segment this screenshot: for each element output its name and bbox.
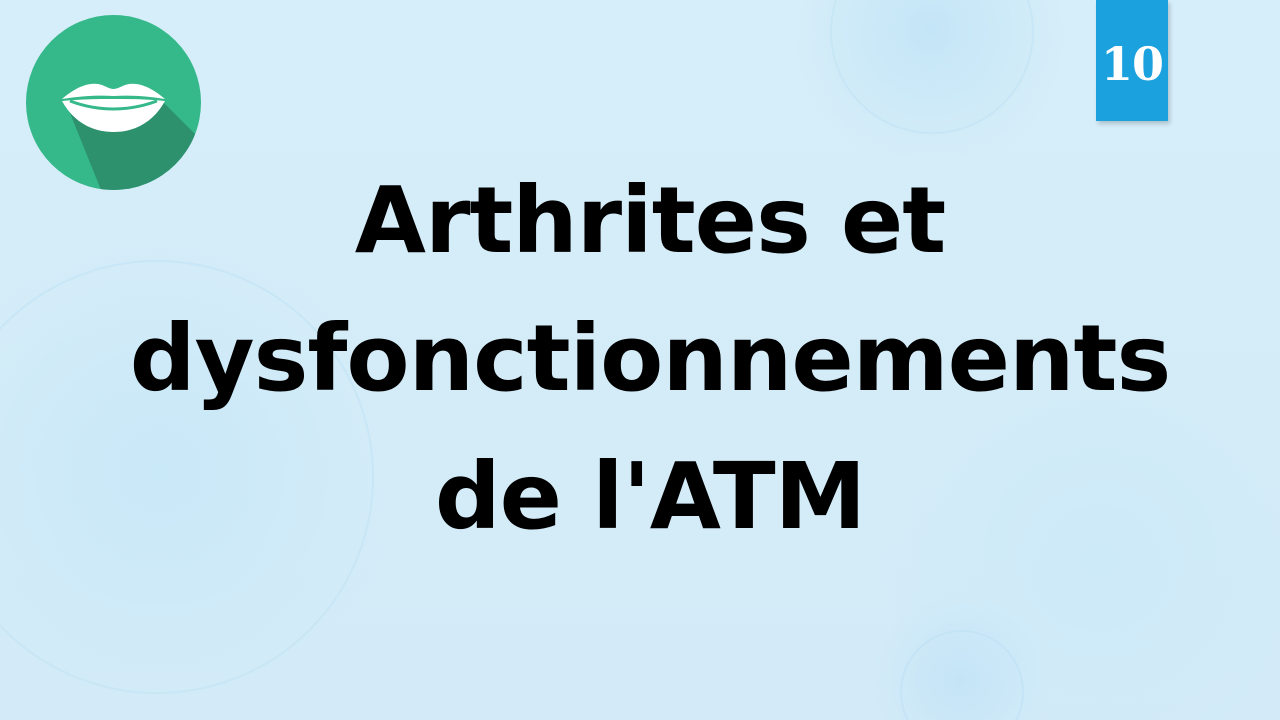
title-line-2: dysfonctionnements [129,305,1171,412]
page-number: 10 [1100,37,1164,91]
page-number-badge: 10 [1096,0,1168,121]
slide-title: Arthrites et dysfonctionnements de l'ATM [60,152,1240,566]
title-line-1: Arthrites et [354,167,947,274]
background-bubble [830,0,1034,134]
title-line-3: de l'ATM [434,443,866,550]
background-bubble [900,630,1024,720]
